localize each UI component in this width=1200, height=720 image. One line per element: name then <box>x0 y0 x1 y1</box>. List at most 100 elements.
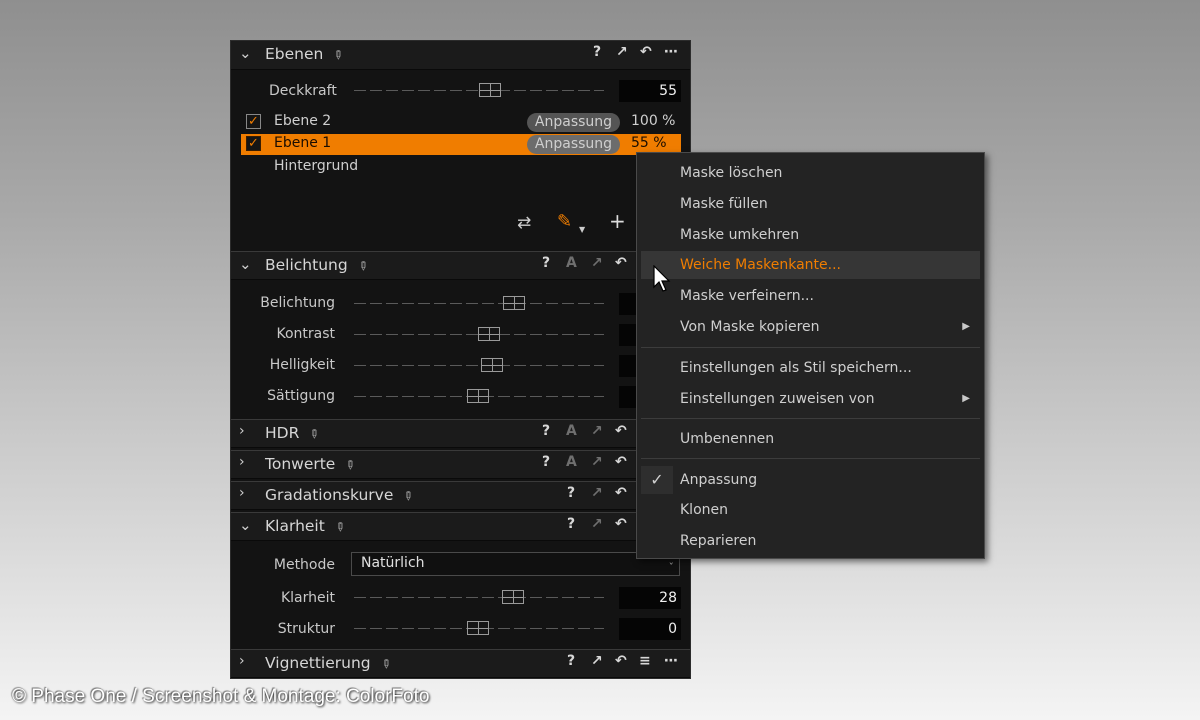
add-layer-icon[interactable]: + <box>609 209 626 233</box>
clarity-slider[interactable] <box>354 597 604 598</box>
layer-mode-badge[interactable]: Anpassung <box>527 135 620 154</box>
brush-icon[interactable]: ✎ <box>557 211 572 232</box>
section-header-ebenen[interactable]: ⌄ Ebenen ✎ ? ↗ ↶ ⋯ <box>231 41 690 70</box>
menu-item-apply-settings-from[interactable]: Einstellungen zuweisen von ▶ <box>641 385 980 413</box>
reset-icon[interactable]: ↶ <box>615 423 627 439</box>
menu-item-feather-mask[interactable]: Weiche Maskenkante... <box>641 251 980 279</box>
layer-row[interactable]: Hintergrund <box>241 157 681 178</box>
opacity-slider-handle[interactable] <box>479 83 501 97</box>
pin-icon[interactable]: ✎ <box>400 487 417 504</box>
menu-item-refine-mask[interactable]: Maske verfeinern... <box>641 282 980 310</box>
clarity-slider-handle[interactable] <box>502 590 524 604</box>
menu-separator <box>641 458 980 459</box>
exposure-slider[interactable] <box>354 303 604 304</box>
contrast-slider-handle[interactable] <box>478 327 500 341</box>
auto-icon[interactable]: A <box>566 255 577 271</box>
opacity-value[interactable]: 55 <box>619 80 681 102</box>
help-icon[interactable]: ? <box>567 516 575 532</box>
exposure-slider-handle[interactable] <box>503 296 525 310</box>
menu-item-delete-mask[interactable]: Maske löschen <box>641 159 980 187</box>
chevron-down-icon[interactable]: ⌄ <box>239 44 252 62</box>
section-header-hdr[interactable]: › HDR ✎ ? A ↗ ↶ <box>231 419 690 448</box>
brightness-slider-handle[interactable] <box>481 358 503 372</box>
help-icon[interactable]: ? <box>567 485 575 501</box>
chevron-right-icon[interactable]: › <box>239 454 245 470</box>
help-icon[interactable]: ? <box>542 255 550 271</box>
method-select-value: Natürlich <box>361 555 425 571</box>
section-header-klarheit[interactable]: ⌄ Klarheit ✎ ? ↗ ↶ <box>231 512 690 541</box>
slider-label: Belichtung <box>260 295 335 311</box>
more-icon[interactable]: ⋯ <box>664 653 678 669</box>
chevron-down-icon[interactable]: ⌄ <box>239 516 252 534</box>
help-icon[interactable]: ? <box>542 423 550 439</box>
method-select[interactable]: Natürlich ˆˇ <box>351 552 680 576</box>
structure-slider-handle[interactable] <box>467 621 489 635</box>
section-header-tonwerte[interactable]: › Tonwerte ✎ ? A ↗ ↶ <box>231 450 690 479</box>
expand-icon[interactable]: ↗ <box>591 454 603 470</box>
pin-icon[interactable]: ✎ <box>377 655 394 672</box>
section-title: HDR ✎ <box>265 424 323 443</box>
adjust-layers-icon[interactable]: ⇄ <box>517 213 531 233</box>
expand-icon[interactable]: ↗ <box>591 653 603 669</box>
layer-row-selected[interactable]: ✓ Ebene 1 Anpassung 55 % <box>241 134 681 155</box>
brightness-slider[interactable] <box>354 365 604 366</box>
chevron-right-icon[interactable]: › <box>239 423 245 439</box>
layer-visibility-checkbox[interactable]: ✓ <box>246 136 261 151</box>
layer-visibility-checkbox[interactable]: ✓ <box>246 114 261 129</box>
menu-item-repair[interactable]: Reparieren <box>641 527 980 555</box>
auto-icon[interactable]: A <box>566 454 577 470</box>
expand-icon[interactable]: ↗ <box>591 516 603 532</box>
chevron-down-icon[interactable]: ⌄ <box>239 255 252 273</box>
more-icon[interactable]: ⋯ <box>664 44 678 60</box>
menu-item-adjustment[interactable]: Anpassung <box>641 466 980 494</box>
menu-item-clone[interactable]: Klonen <box>641 496 980 524</box>
expand-icon[interactable]: ↗ <box>591 255 603 271</box>
pin-icon[interactable]: ✎ <box>330 46 347 63</box>
section-title: Tonwerte ✎ <box>265 455 359 474</box>
reset-icon[interactable]: ↶ <box>615 516 627 532</box>
expand-icon[interactable]: ↗ <box>616 44 628 60</box>
help-icon[interactable]: ? <box>542 454 550 470</box>
menu-item-invert-mask[interactable]: Maske umkehren <box>641 221 980 249</box>
reset-icon[interactable]: ↶ <box>615 485 627 501</box>
slider-label: Helligkeit <box>269 357 335 373</box>
help-icon[interactable]: ? <box>567 653 575 669</box>
dropdown-arrow-icon[interactable]: ▼ <box>579 225 585 234</box>
section-title: Belichtung ✎ <box>265 256 372 275</box>
image-credit: © Phase One / Screenshot & Montage: Colo… <box>12 686 430 707</box>
expand-icon[interactable]: ↗ <box>591 423 603 439</box>
menu-item-save-as-style[interactable]: Einstellungen als Stil speichern... <box>641 354 980 382</box>
pin-icon[interactable]: ✎ <box>306 425 323 442</box>
clarity-value[interactable]: 28 <box>619 587 681 609</box>
pin-icon[interactable]: ✎ <box>342 456 359 473</box>
menu-item-rename[interactable]: Umbenennen <box>641 425 980 453</box>
menu-item-copy-from-mask[interactable]: Von Maske kopieren ▶ <box>641 313 980 341</box>
chevron-right-icon[interactable]: › <box>239 653 245 669</box>
layer-mode-badge[interactable]: Anpassung <box>527 113 620 132</box>
adjustments-panel: ⌄ Ebenen ✎ ? ↗ ↶ ⋯ Deckkraft 55 ✓ Ebene 2… <box>230 40 691 679</box>
reset-icon[interactable]: ↶ <box>640 44 652 60</box>
list-icon[interactable]: ≡ <box>639 653 651 669</box>
menu-separator <box>641 418 980 419</box>
help-icon[interactable]: ? <box>593 44 601 60</box>
section-header-belichtung[interactable]: ⌄ Belichtung ✎ ? A ↗ ↶ <box>231 251 690 280</box>
reset-icon[interactable]: ↶ <box>615 255 627 271</box>
menu-item-fill-mask[interactable]: Maske füllen <box>641 190 980 218</box>
reset-icon[interactable]: ↶ <box>615 454 627 470</box>
layer-row[interactable]: ✓ Ebene 2 Anpassung 100 % <box>241 112 681 133</box>
chevron-right-icon[interactable]: › <box>239 485 245 501</box>
pin-icon[interactable]: ✎ <box>354 257 371 274</box>
expand-icon[interactable]: ↗ <box>591 485 603 501</box>
opacity-label: Deckkraft <box>269 83 337 99</box>
slider-label: Sättigung <box>267 388 335 404</box>
structure-value[interactable]: 0 <box>619 618 681 640</box>
section-header-vignettierung[interactable]: › Vignettierung ✎ ? ↗ ↶ ≡ ⋯ <box>231 649 690 678</box>
slider-label: Kontrast <box>276 326 335 342</box>
section-header-gradationskurve[interactable]: › Gradationskurve ✎ ? ↗ ↶ <box>231 481 690 510</box>
saturation-slider-handle[interactable] <box>467 389 489 403</box>
reset-icon[interactable]: ↶ <box>615 653 627 669</box>
slider-label: Klarheit <box>280 590 335 606</box>
section-title: Vignettierung ✎ <box>265 654 395 673</box>
pin-icon[interactable]: ✎ <box>331 518 348 535</box>
auto-icon[interactable]: A <box>566 423 577 439</box>
